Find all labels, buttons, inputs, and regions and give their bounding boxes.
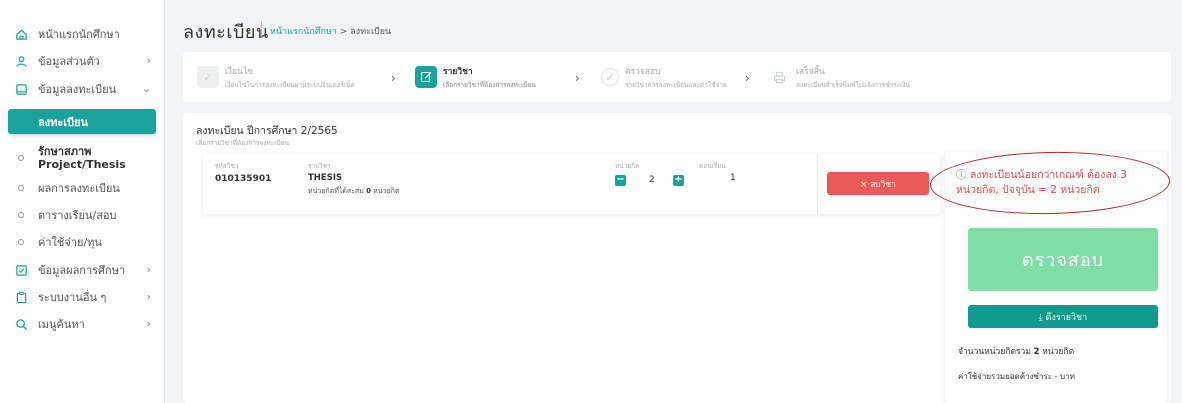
total-units: จำนวนหน่วยกิตรวม 2 หน่วยกิต xyxy=(958,344,1074,358)
step-description: เลือกรายวิชาที่ต้องการลงทะเบียน xyxy=(443,81,536,89)
sidebar-item-label: ข้อมูลส่วนตัว xyxy=(38,55,100,68)
sidebar-item-other-systems[interactable]: ระบบงานอื่น ๆ › xyxy=(0,284,165,310)
note-prefix: หน่วยกิตที่ได้สะสม xyxy=(308,187,364,195)
step-title: รายวิชา xyxy=(443,67,473,77)
bullet-icon xyxy=(18,239,24,245)
chevron-right-icon: › xyxy=(575,71,580,85)
registration-stepper: ✓ เงื่อนไข เงื่อนไขในการลงทะเบียนผ่านระบ… xyxy=(183,52,1171,102)
check-circle-icon: ✓ xyxy=(601,68,619,86)
bullet-icon xyxy=(18,155,24,161)
sidebar-subitem-label: รักษาสภาพ Project/Thesis xyxy=(38,145,126,171)
chevron-right-icon: › xyxy=(146,263,151,276)
chevron-right-icon: › xyxy=(146,290,151,303)
page-title: ลงทะเบียน xyxy=(183,22,269,43)
step-finish[interactable]: เสร็จสิ้น ลงทะเบียนสำเร็จพิมพ์ใบแจ้งการช… xyxy=(768,64,910,90)
verify-button[interactable]: ตรวจสอบ xyxy=(968,228,1158,291)
decrement-units-button[interactable]: − xyxy=(615,175,626,186)
sidebar-item-label: ลงทะเบียน xyxy=(38,115,88,129)
sidebar-item-home[interactable]: หน้าแรกนักศึกษา xyxy=(0,21,165,47)
sidebar-item-profile[interactable]: ข้อมูลส่วนตัว › xyxy=(0,48,165,74)
sidebar-subitem-label: ตารางเรียน/สอบ xyxy=(38,209,117,222)
sidebar-item-search[interactable]: เมนูค้นหา › xyxy=(0,311,165,337)
clipboard-icon xyxy=(14,290,28,304)
breadcrumb: หน้าแรกนักศึกษา > ลงทะเบียน xyxy=(270,24,391,38)
drop-course-button[interactable]: × ลบวิชา xyxy=(827,172,929,195)
sidebar-item-label: เมนูค้นหา xyxy=(38,318,85,331)
sidebar-item-label: ระบบงานอื่น ๆ xyxy=(38,291,107,304)
breadcrumb-home-link[interactable]: หน้าแรกนักศึกษา xyxy=(270,27,337,37)
chevron-right-icon: › xyxy=(745,71,750,85)
step-verify[interactable]: ✓ ตรวจสอบ รายวิชาการลงทะเบียนและค่าใช้จ่… xyxy=(601,64,727,90)
sidebar-subitem-schedule[interactable]: ตารางเรียน/สอบ xyxy=(0,206,165,224)
step-description: เงื่อนไขในการลงทะเบียนผ่านระบบอินเตอร์เน… xyxy=(225,81,355,89)
outstanding-cost: ค่าใช้จ่ายรวมยอดค้างชำระ - บาท xyxy=(958,372,1075,381)
chevron-right-icon: › xyxy=(391,71,396,85)
course-row: รหัสวิชา รายวิชา หน่วยกิต ตอนเรียน 01013… xyxy=(203,154,940,214)
step-description: ลงทะเบียนสำเร็จพิมพ์ใบแจ้งการชำระเงิน xyxy=(796,81,910,89)
printer-icon xyxy=(768,66,790,88)
step-title: เสร็จสิ้น xyxy=(796,67,825,77)
units-value: 2 xyxy=(649,175,655,185)
step-description: รายวิชาการลงทะเบียนและค่าใช้จ่าย xyxy=(625,81,727,89)
note-suffix: หน่วยกิต xyxy=(373,187,400,195)
column-header-units: หน่วยกิต xyxy=(615,162,640,170)
registration-title: ลงทะเบียน ปีการศึกษา 2/2565 xyxy=(196,125,338,137)
checklist-icon xyxy=(14,263,28,277)
registration-subtitle: เลือกรายวิชาที่ต้องการลงทะเบียน xyxy=(196,139,289,147)
sidebar-subitem-fees[interactable]: ค่าใช้จ่าย/ทุน xyxy=(0,233,165,251)
chevron-right-icon: › xyxy=(146,54,151,67)
sidebar-item-label: ข้อมูลผลการศึกษา xyxy=(38,264,126,277)
step-conditions[interactable]: ✓ เงื่อนไข เงื่อนไขในการลงทะเบียนผ่านระบ… xyxy=(197,64,355,90)
total-value: 2 xyxy=(1033,347,1040,357)
column-header-section: ตอนเรียน xyxy=(699,162,726,170)
note-value: 0 xyxy=(366,187,371,195)
course-code: 010135901 xyxy=(215,174,272,184)
step-title: เงื่อนไข xyxy=(225,67,254,77)
sidebar-subitem-maintain-status[interactable]: รักษาสภาพ Project/Thesis xyxy=(0,141,165,175)
title-divider xyxy=(261,21,262,37)
chevron-right-icon: › xyxy=(146,317,151,330)
breadcrumb-current: ลงทะเบียน xyxy=(350,27,392,37)
column-header-name: รายวิชา xyxy=(308,162,331,170)
home-icon xyxy=(14,27,28,41)
chevron-down-icon: ⌄ xyxy=(141,82,151,95)
user-icon xyxy=(14,54,28,68)
check-icon: ✓ xyxy=(197,66,219,88)
summary-panel: ⓘ ลงทะเบียนน้อยกว่าเกณฑ์ ต้องลง 3 หน่วยก… xyxy=(929,149,1171,403)
bullet-icon xyxy=(18,185,24,191)
sidebar-item-register-active[interactable]: ลงทะเบียน xyxy=(8,109,156,134)
step-title: ตรวจสอบ xyxy=(625,67,661,77)
column-header-code: รหัสวิชา xyxy=(215,162,239,170)
sidebar-item-academic-results[interactable]: ข้อมูลผลการศึกษา › xyxy=(0,257,165,283)
register-icon xyxy=(14,82,28,96)
sidebar-subitem-results[interactable]: ผลการลงทะเบียน xyxy=(0,179,165,197)
total-prefix: จำนวนหน่วยกิตรวม xyxy=(958,347,1031,357)
bullet-icon xyxy=(18,212,24,218)
sidebar-item-registration[interactable]: ข้อมูลลงทะเบียน ⌄ xyxy=(0,76,165,102)
step-courses[interactable]: รายวิชา เลือกรายวิชาที่ต้องการลงทะเบียน xyxy=(415,64,536,90)
sidebar-subitem-label: ค่าใช้จ่าย/ทุน xyxy=(38,236,102,249)
credit-warning-message: ⓘ ลงทะเบียนน้อยกว่าเกณฑ์ ต้องลง 3 หน่วยก… xyxy=(956,169,1127,196)
edit-icon xyxy=(415,66,437,88)
section-value: 1 xyxy=(730,173,736,183)
total-suffix: หน่วยกิต xyxy=(1042,347,1075,357)
sidebar-subitem-label: ผลการลงทะเบียน xyxy=(38,182,120,195)
sidebar-item-label: หน้าแรกนักศึกษา xyxy=(38,28,120,41)
search-icon xyxy=(14,317,28,331)
course-name: THESIS xyxy=(308,173,343,183)
accumulated-units-note: หน่วยกิตที่ได้สะสม 0 หน่วยกิต xyxy=(308,186,399,197)
pull-courses-button[interactable]: ⤓ ดึงรายวิชา xyxy=(968,305,1158,328)
sidebar-item-label: ข้อมูลลงทะเบียน xyxy=(38,83,117,96)
sidebar: หน้าแรกนักศึกษา ข้อมูลส่วนตัว › ข้อมูลลง… xyxy=(0,0,165,403)
breadcrumb-separator: > xyxy=(339,27,348,37)
increment-units-button[interactable]: + xyxy=(673,175,684,186)
row-divider xyxy=(817,154,818,214)
